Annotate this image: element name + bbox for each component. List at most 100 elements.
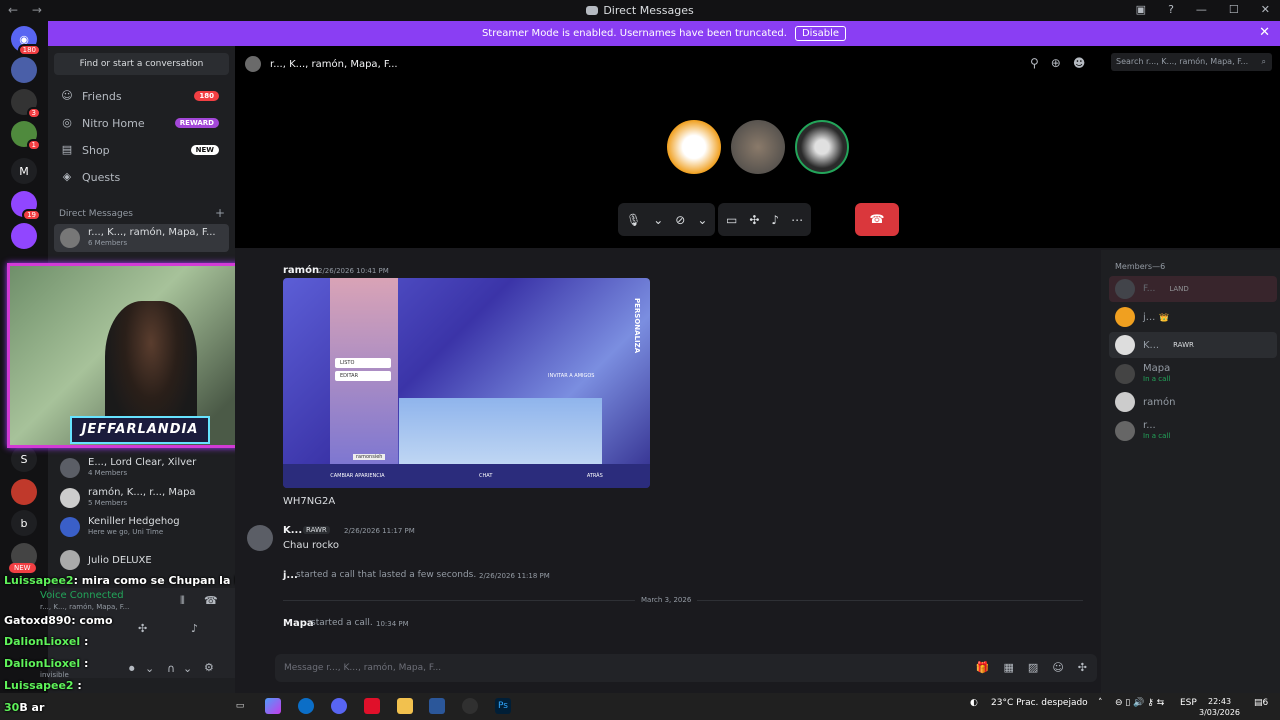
- input-icons: 🎁 ▦ ▨ ☺ ✣: [976, 654, 1087, 682]
- task-view-icon[interactable]: ▭: [232, 698, 248, 714]
- members-icon[interactable]: ☻: [1073, 56, 1086, 70]
- find-conversation-input[interactable]: Find or start a conversation: [54, 53, 229, 75]
- chevron-down-icon[interactable]: ⌄: [697, 213, 707, 227]
- soundboard-icon[interactable]: ♪: [771, 213, 779, 227]
- call-actions: ▭ ✣ ♪ ⋯: [718, 203, 812, 236]
- file-explorer-icon[interactable]: [397, 698, 413, 714]
- system-message: started a call.: [311, 618, 373, 628]
- nav-nitro-home[interactable]: ◎ Nitro Home REWARD: [54, 111, 229, 135]
- home-button[interactable]: ◉ 180: [11, 26, 41, 56]
- nav-friends[interactable]: ☺ Friends 180: [54, 84, 229, 108]
- disable-button[interactable]: Disable: [794, 26, 847, 41]
- weather-icon[interactable]: ◐: [970, 698, 978, 708]
- edge-icon[interactable]: [298, 698, 314, 714]
- twitch-server-icon[interactable]: 19: [11, 191, 41, 221]
- soundboard-icon[interactable]: ♪: [191, 622, 198, 635]
- discord-taskbar-icon[interactable]: [331, 698, 347, 714]
- participant-avatar[interactable]: [667, 120, 721, 174]
- word-icon[interactable]: [429, 698, 445, 714]
- mic-icon[interactable]: 🎙: [626, 213, 641, 227]
- banner-close-icon[interactable]: ✕: [1259, 25, 1270, 40]
- invite-label: INVITAR A AMIGOS: [548, 373, 595, 379]
- chevron-up-icon[interactable]: ˄: [1098, 698, 1103, 708]
- message-author[interactable]: K...: [283, 525, 302, 536]
- screenshare-icon[interactable]: ▭: [726, 213, 737, 227]
- friends-icon: ☺: [61, 89, 73, 102]
- noise-icon[interactable]: ⦀: [180, 594, 185, 608]
- settings-gear-icon[interactable]: ⚙: [204, 661, 214, 674]
- chevron-down-icon[interactable]: ⌄: [653, 213, 663, 227]
- avatar: [60, 488, 80, 508]
- server-icon[interactable]: [11, 57, 37, 83]
- message-author[interactable]: ramón: [283, 265, 319, 276]
- dm-item[interactable]: r..., K..., ramón, Mapa, F... 6 Members: [54, 224, 229, 252]
- server-icon[interactable]: 1: [11, 121, 41, 151]
- image-attachment[interactable]: LISTO EDITAR INVITAR A AMIGOS PERSONALIZ…: [283, 278, 650, 488]
- member-item[interactable]: K... RAWR: [1109, 332, 1277, 358]
- dm-item[interactable]: Julio DELUXE: [54, 546, 229, 574]
- add-dm-icon[interactable]: +: [215, 206, 225, 220]
- member-item[interactable]: Mapa In a call: [1109, 361, 1277, 387]
- hangup-button[interactable]: ☎: [855, 203, 899, 236]
- tray-icons[interactable]: ⊖ ▯ 🔊 ⚷ ⇆: [1115, 698, 1164, 708]
- copilot-icon[interactable]: [265, 698, 281, 714]
- member-item[interactable]: r... In a call: [1109, 418, 1277, 444]
- sticker-icon[interactable]: ▨: [1028, 654, 1038, 682]
- minimize-button[interactable]: —: [1196, 3, 1207, 16]
- server-m[interactable]: M: [11, 158, 37, 184]
- server-icon[interactable]: [11, 479, 37, 505]
- apps-icon[interactable]: ✣: [1078, 654, 1087, 682]
- close-window-button[interactable]: ✕: [1261, 3, 1270, 16]
- member-item[interactable]: ramón: [1109, 389, 1277, 415]
- language-indicator[interactable]: ESP: [1180, 698, 1197, 708]
- disconnect-icon[interactable]: ☎: [204, 594, 218, 607]
- activities-icon[interactable]: ✣: [138, 622, 147, 635]
- server-icon[interactable]: 3: [11, 89, 41, 119]
- activities-icon[interactable]: ✣: [749, 213, 759, 227]
- obs-icon[interactable]: [462, 698, 478, 714]
- gift-icon[interactable]: 🎁: [976, 654, 990, 682]
- headset-icon[interactable]: ∩: [167, 662, 175, 675]
- voice-channel-label: r..., K..., ramón, Mapa, F...: [40, 603, 130, 611]
- weather-text[interactable]: 23°C Prac. despejado: [991, 698, 1088, 708]
- nav-shop[interactable]: ▤ Shop NEW: [54, 138, 229, 162]
- server-s[interactable]: S: [11, 446, 37, 472]
- member-item[interactable]: F... LAND: [1109, 276, 1277, 302]
- twitch-server-icon[interactable]: [11, 223, 37, 249]
- maximize-button[interactable]: ☐: [1229, 3, 1239, 16]
- participant-avatar[interactable]: [795, 120, 849, 174]
- participant-avatar[interactable]: [731, 120, 785, 174]
- add-friend-icon[interactable]: ⊕: [1051, 56, 1061, 70]
- floor-area: [399, 398, 602, 464]
- message-author[interactable]: Mapa: [283, 618, 314, 629]
- nav-quests[interactable]: ◈ Quests: [54, 165, 229, 189]
- search-input[interactable]: Search r..., K..., ramón, Mapa, F... ⌕: [1111, 53, 1272, 71]
- opera-icon[interactable]: [364, 698, 380, 714]
- chevron-down-icon[interactable]: ⌄: [183, 662, 192, 675]
- more-icon[interactable]: ⋯: [791, 213, 803, 227]
- emoji-icon[interactable]: ☺: [1052, 654, 1063, 682]
- dm-item[interactable]: E..., Lord Clear, Xilver 4 Members: [54, 454, 229, 482]
- photoshop-icon[interactable]: Ps: [495, 698, 511, 714]
- system-message: started a call that lasted a few seconds…: [296, 570, 477, 580]
- mic-icon[interactable]: ⏺: [129, 662, 135, 676]
- help-icon[interactable]: ?: [1168, 3, 1174, 16]
- avatar[interactable]: [247, 525, 273, 551]
- member-item[interactable]: j... 👑: [1109, 304, 1277, 330]
- dm-item[interactable]: ramón, K..., r..., Mapa 5 Members: [54, 484, 229, 512]
- pin-icon[interactable]: ⚲: [1030, 56, 1039, 70]
- call-area: r..., K..., ramón, Mapa, F... ⚲ ⊕ ☻ Sear…: [235, 46, 1280, 248]
- dm-item[interactable]: Keniller Hedgehog Here we go, Uni Time: [54, 513, 229, 541]
- notification-icon[interactable]: ▤6: [1254, 698, 1268, 708]
- group-avatar: [245, 56, 261, 72]
- inbox-icon[interactable]: ▣: [1136, 3, 1146, 16]
- server-b[interactable]: b: [11, 510, 37, 536]
- clock[interactable]: 22:43 3/03/2026: [1199, 696, 1240, 718]
- side-label: PERSONALIZA: [633, 298, 641, 354]
- chevron-down-icon[interactable]: ⌄: [145, 662, 154, 675]
- message-input[interactable]: Message r..., K..., ramón, Mapa, F... 🎁 …: [275, 654, 1097, 682]
- gif-icon[interactable]: ▦: [1004, 654, 1014, 682]
- camera-off-icon[interactable]: ⊘: [675, 213, 685, 227]
- avatar: [1115, 335, 1135, 355]
- message-text: Chau rocko: [283, 540, 340, 551]
